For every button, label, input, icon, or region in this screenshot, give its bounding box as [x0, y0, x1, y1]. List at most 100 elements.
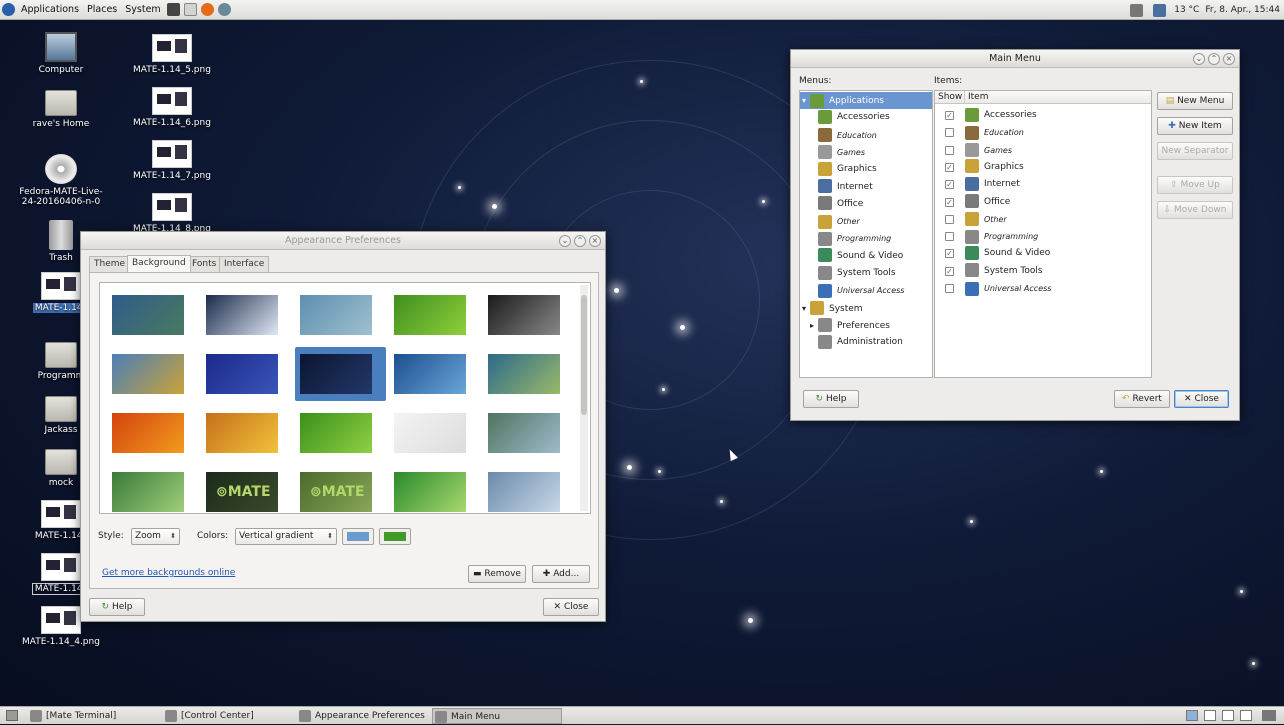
background-thumbnail[interactable] — [394, 354, 466, 394]
appearance-titlebar[interactable]: Appearance Preferences ⌄ ⌃ × — [81, 232, 605, 250]
menu-item-row[interactable]: Office — [965, 194, 1010, 211]
tree-item[interactable]: Graphics — [800, 161, 932, 178]
minimize-icon[interactable]: ⌄ — [1193, 53, 1205, 65]
show-checkbox[interactable] — [945, 214, 954, 224]
column-item[interactable]: Item — [965, 91, 1151, 104]
tree-item[interactable]: Internet — [800, 179, 932, 196]
desktop-icon-computer[interactable]: Computer — [15, 32, 107, 75]
show-checkbox[interactable] — [945, 232, 954, 242]
tree-item[interactable]: Games — [800, 144, 932, 161]
show-desktop-icon[interactable] — [6, 710, 18, 721]
background-thumbnail[interactable] — [394, 295, 466, 335]
background-thumbnail[interactable] — [112, 295, 184, 335]
weather-temp[interactable]: 13 °C — [1174, 5, 1199, 15]
background-thumbnail[interactable] — [206, 354, 278, 394]
background-thumbnail[interactable] — [300, 295, 372, 335]
terminal-launcher-icon[interactable] — [166, 3, 180, 16]
tab-fonts[interactable]: Fonts — [187, 256, 222, 272]
background-thumbnail[interactable] — [300, 354, 372, 394]
revert-button[interactable]: ↶ Revert — [1114, 390, 1170, 408]
show-checkbox[interactable] — [945, 284, 954, 293]
tree-item[interactable]: System Tools — [800, 265, 932, 282]
menu-item-row[interactable]: Sound & Video — [965, 245, 1050, 262]
thumbnail-scrollbar[interactable] — [580, 285, 588, 511]
menu-item-row[interactable]: Accessories — [965, 107, 1037, 124]
task-control-center[interactable]: [Control Center] — [163, 708, 293, 724]
get-more-backgrounds-link[interactable]: Get more backgrounds online — [102, 568, 235, 578]
help-button[interactable]: ↻ Help — [803, 390, 859, 408]
desktop-icon-live-media[interactable]: Fedora-MATE-Live-24-20160406-n-0 — [15, 154, 107, 207]
tree-item[interactable]: ▸ Preferences — [800, 317, 932, 334]
maximize-icon[interactable]: ⌃ — [574, 235, 586, 247]
tab-background[interactable]: Background — [127, 255, 191, 272]
background-thumbnail[interactable] — [394, 472, 466, 512]
background-thumbnail[interactable] — [488, 472, 560, 512]
fedora-logo-icon[interactable] — [2, 3, 15, 16]
add-button[interactable]: ✚ Add... — [532, 565, 590, 583]
show-checkbox[interactable] — [945, 145, 954, 155]
background-thumbnail[interactable] — [488, 295, 560, 335]
expander-icon[interactable]: ▾ — [802, 300, 810, 317]
background-thumbnail[interactable]: ⊚MATE — [206, 472, 278, 512]
network-icon[interactable] — [1153, 3, 1167, 17]
background-thumbnail[interactable] — [112, 413, 184, 453]
minimize-icon[interactable]: ⌄ — [559, 235, 571, 247]
menu-item-row[interactable]: Games — [965, 142, 1012, 159]
tree-item[interactable]: Administration — [800, 334, 932, 351]
background-thumbnail[interactable] — [300, 413, 372, 453]
menu-item-row[interactable]: Other — [965, 211, 1007, 228]
style-select[interactable]: Zoom ⬍ — [131, 528, 180, 545]
tree-item[interactable]: Education — [800, 127, 932, 144]
close-icon[interactable]: × — [589, 235, 601, 247]
show-checkbox[interactable]: ✓ — [945, 111, 954, 120]
help-button[interactable]: ↻ Help — [89, 598, 145, 616]
close-icon[interactable]: × — [1223, 53, 1235, 65]
main-menu-titlebar[interactable]: Main Menu ⌄ ⌃ × — [791, 50, 1239, 68]
close-button[interactable]: ✕ Close — [543, 598, 599, 616]
menu-item-row[interactable]: Education — [965, 124, 1024, 141]
background-thumbnail[interactable] — [394, 413, 466, 453]
desktop-icon-mate-7[interactable]: MATE-1.14_7.png — [126, 140, 218, 181]
background-thumbnail[interactable]: ⊚MATE — [300, 472, 372, 512]
desktop-icon-mate-6[interactable]: MATE-1.14_6.png — [126, 87, 218, 128]
menus-tree[interactable]: ▾ Applications Accessories Education Games Gr… — [799, 90, 933, 378]
background-thumbnail[interactable] — [112, 472, 184, 512]
desktop-icon-home[interactable]: rave's Home — [15, 88, 107, 129]
new-menu-button[interactable]: ▤ New Menu — [1157, 92, 1233, 110]
close-button[interactable]: ✕ Close — [1174, 390, 1229, 408]
show-checkbox[interactable]: ✓ — [945, 266, 954, 276]
tree-item[interactable]: Programming — [800, 230, 932, 247]
colors-select[interactable]: Vertical gradient ⬍ — [235, 528, 337, 545]
workspace-4[interactable] — [1240, 710, 1252, 721]
move-down-button[interactable]: ⇩ Move Down — [1157, 201, 1233, 219]
primary-color-button[interactable] — [342, 528, 374, 545]
volume-icon[interactable] — [1130, 3, 1144, 17]
desktop-icon-mate-8[interactable]: MATE-1.14_8.png — [126, 193, 218, 234]
background-thumbnail[interactable] — [206, 295, 278, 335]
tree-item[interactable]: Sound & Video — [800, 248, 932, 265]
task-main-menu[interactable]: Main Menu — [432, 708, 562, 724]
show-checkbox[interactable]: ✓ — [945, 162, 954, 172]
tree-item[interactable]: Accessories — [800, 109, 932, 126]
background-thumbnail[interactable] — [488, 413, 560, 453]
menu-item-row[interactable]: Internet — [965, 176, 1020, 193]
desktop-icon-mate-5[interactable]: MATE-1.14_5.png — [126, 34, 218, 75]
secondary-color-button[interactable] — [379, 528, 411, 545]
background-thumbnails[interactable]: ⊚MATE ⊚MATE — [99, 282, 591, 514]
show-checkbox[interactable]: ✓ — [945, 197, 954, 207]
new-item-button[interactable]: ✚ New Item — [1157, 117, 1233, 135]
firefox-launcher-icon[interactable] — [200, 3, 214, 16]
menu-item-row[interactable]: System Tools — [965, 263, 1043, 280]
scrollbar-thumb[interactable] — [581, 295, 587, 415]
show-checkbox[interactable]: ✓ — [945, 180, 954, 190]
show-checkbox[interactable]: ✓ — [945, 249, 954, 259]
tree-item[interactable]: ▾ System — [800, 300, 932, 317]
mail-launcher-icon[interactable] — [217, 3, 231, 16]
tree-item[interactable]: Other — [800, 213, 932, 230]
workspace-3[interactable] — [1222, 710, 1234, 721]
menu-system[interactable]: System — [121, 4, 164, 15]
remove-button[interactable]: ▬ Remove — [468, 565, 526, 583]
menu-item-row[interactable]: Universal Access — [965, 280, 1051, 297]
workspace-1[interactable] — [1186, 710, 1198, 721]
expander-icon[interactable]: ▸ — [810, 317, 818, 334]
